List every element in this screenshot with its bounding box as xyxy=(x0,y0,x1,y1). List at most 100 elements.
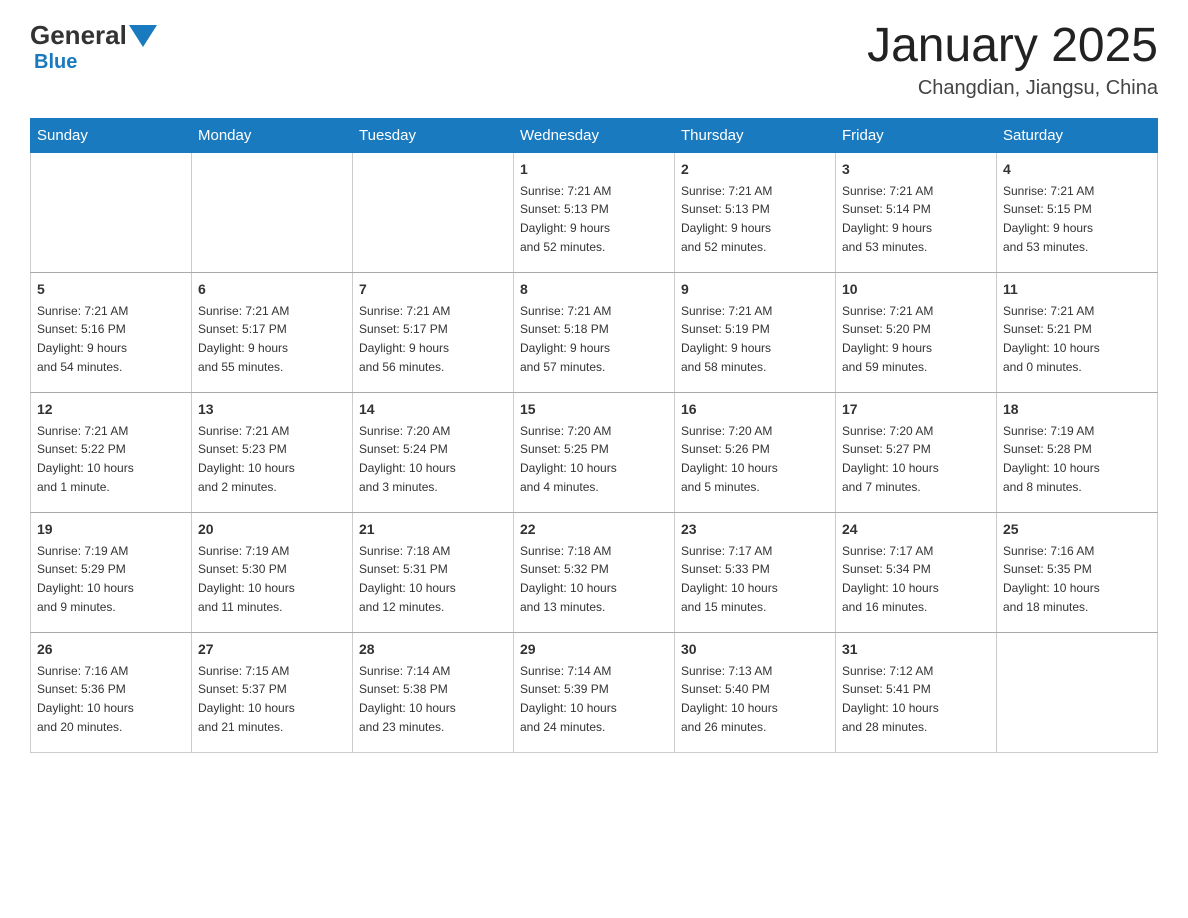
day-number: 18 xyxy=(1003,399,1151,420)
day-number: 25 xyxy=(1003,519,1151,540)
calendar-cell: 12Sunrise: 7:21 AMSunset: 5:22 PMDayligh… xyxy=(31,392,192,512)
calendar-cell: 31Sunrise: 7:12 AMSunset: 5:41 PMDayligh… xyxy=(836,632,997,752)
calendar-cell: 10Sunrise: 7:21 AMSunset: 5:20 PMDayligh… xyxy=(836,272,997,392)
calendar-cell: 7Sunrise: 7:21 AMSunset: 5:17 PMDaylight… xyxy=(353,272,514,392)
day-number: 26 xyxy=(37,639,185,660)
calendar-cell: 15Sunrise: 7:20 AMSunset: 5:25 PMDayligh… xyxy=(514,392,675,512)
calendar-cell: 18Sunrise: 7:19 AMSunset: 5:28 PMDayligh… xyxy=(997,392,1158,512)
day-info: Sunrise: 7:20 AMSunset: 5:26 PMDaylight:… xyxy=(681,422,829,496)
calendar-cell: 19Sunrise: 7:19 AMSunset: 5:29 PMDayligh… xyxy=(31,512,192,632)
calendar-cell: 29Sunrise: 7:14 AMSunset: 5:39 PMDayligh… xyxy=(514,632,675,752)
day-number: 15 xyxy=(520,399,668,420)
day-info: Sunrise: 7:21 AMSunset: 5:22 PMDaylight:… xyxy=(37,422,185,496)
calendar-cell: 4Sunrise: 7:21 AMSunset: 5:15 PMDaylight… xyxy=(997,152,1158,272)
day-number: 9 xyxy=(681,279,829,300)
day-number: 11 xyxy=(1003,279,1151,300)
logo-area: General Blue xyxy=(30,20,159,74)
day-number: 31 xyxy=(842,639,990,660)
day-number: 2 xyxy=(681,159,829,180)
calendar-cell: 9Sunrise: 7:21 AMSunset: 5:19 PMDaylight… xyxy=(675,272,836,392)
day-info: Sunrise: 7:17 AMSunset: 5:33 PMDaylight:… xyxy=(681,542,829,616)
calendar-week-row: 12Sunrise: 7:21 AMSunset: 5:22 PMDayligh… xyxy=(31,392,1158,512)
day-number: 19 xyxy=(37,519,185,540)
calendar-cell xyxy=(353,152,514,272)
calendar-cell: 11Sunrise: 7:21 AMSunset: 5:21 PMDayligh… xyxy=(997,272,1158,392)
title-area: January 2025 Changdian, Jiangsu, China xyxy=(867,20,1158,100)
header-area: General Blue January 2025 Changdian, Jia… xyxy=(30,20,1158,100)
logo-icon xyxy=(129,25,157,47)
logo-blue-text: Blue xyxy=(34,51,77,73)
day-number: 4 xyxy=(1003,159,1151,180)
calendar-week-row: 26Sunrise: 7:16 AMSunset: 5:36 PMDayligh… xyxy=(31,632,1158,752)
day-number: 5 xyxy=(37,279,185,300)
header-day-friday: Friday xyxy=(836,118,997,152)
calendar-cell: 27Sunrise: 7:15 AMSunset: 5:37 PMDayligh… xyxy=(192,632,353,752)
day-info: Sunrise: 7:21 AMSunset: 5:13 PMDaylight:… xyxy=(681,182,829,256)
day-info: Sunrise: 7:17 AMSunset: 5:34 PMDaylight:… xyxy=(842,542,990,616)
calendar-cell: 23Sunrise: 7:17 AMSunset: 5:33 PMDayligh… xyxy=(675,512,836,632)
day-info: Sunrise: 7:18 AMSunset: 5:32 PMDaylight:… xyxy=(520,542,668,616)
calendar-week-row: 5Sunrise: 7:21 AMSunset: 5:16 PMDaylight… xyxy=(31,272,1158,392)
day-info: Sunrise: 7:21 AMSunset: 5:23 PMDaylight:… xyxy=(198,422,346,496)
calendar-cell: 16Sunrise: 7:20 AMSunset: 5:26 PMDayligh… xyxy=(675,392,836,512)
calendar-table: SundayMondayTuesdayWednesdayThursdayFrid… xyxy=(30,118,1158,753)
header-day-sunday: Sunday xyxy=(31,118,192,152)
day-info: Sunrise: 7:19 AMSunset: 5:29 PMDaylight:… xyxy=(37,542,185,616)
day-info: Sunrise: 7:21 AMSunset: 5:19 PMDaylight:… xyxy=(681,302,829,376)
day-info: Sunrise: 7:20 AMSunset: 5:25 PMDaylight:… xyxy=(520,422,668,496)
day-info: Sunrise: 7:15 AMSunset: 5:37 PMDaylight:… xyxy=(198,662,346,736)
day-info: Sunrise: 7:14 AMSunset: 5:38 PMDaylight:… xyxy=(359,662,507,736)
day-number: 14 xyxy=(359,399,507,420)
calendar-subtitle: Changdian, Jiangsu, China xyxy=(867,77,1158,100)
day-number: 3 xyxy=(842,159,990,180)
day-info: Sunrise: 7:21 AMSunset: 5:17 PMDaylight:… xyxy=(198,302,346,376)
day-info: Sunrise: 7:21 AMSunset: 5:15 PMDaylight:… xyxy=(1003,182,1151,256)
day-info: Sunrise: 7:18 AMSunset: 5:31 PMDaylight:… xyxy=(359,542,507,616)
calendar-cell: 26Sunrise: 7:16 AMSunset: 5:36 PMDayligh… xyxy=(31,632,192,752)
calendar-cell: 13Sunrise: 7:21 AMSunset: 5:23 PMDayligh… xyxy=(192,392,353,512)
header-day-tuesday: Tuesday xyxy=(353,118,514,152)
day-number: 30 xyxy=(681,639,829,660)
header-day-wednesday: Wednesday xyxy=(514,118,675,152)
calendar-cell: 8Sunrise: 7:21 AMSunset: 5:18 PMDaylight… xyxy=(514,272,675,392)
day-info: Sunrise: 7:21 AMSunset: 5:21 PMDaylight:… xyxy=(1003,302,1151,376)
day-info: Sunrise: 7:20 AMSunset: 5:24 PMDaylight:… xyxy=(359,422,507,496)
day-info: Sunrise: 7:20 AMSunset: 5:27 PMDaylight:… xyxy=(842,422,990,496)
calendar-cell: 1Sunrise: 7:21 AMSunset: 5:13 PMDaylight… xyxy=(514,152,675,272)
calendar-cell: 5Sunrise: 7:21 AMSunset: 5:16 PMDaylight… xyxy=(31,272,192,392)
header-day-monday: Monday xyxy=(192,118,353,152)
calendar-cell: 22Sunrise: 7:18 AMSunset: 5:32 PMDayligh… xyxy=(514,512,675,632)
calendar-cell: 25Sunrise: 7:16 AMSunset: 5:35 PMDayligh… xyxy=(997,512,1158,632)
calendar-cell: 20Sunrise: 7:19 AMSunset: 5:30 PMDayligh… xyxy=(192,512,353,632)
calendar-cell: 14Sunrise: 7:20 AMSunset: 5:24 PMDayligh… xyxy=(353,392,514,512)
day-number: 22 xyxy=(520,519,668,540)
day-number: 10 xyxy=(842,279,990,300)
calendar-header-row: SundayMondayTuesdayWednesdayThursdayFrid… xyxy=(31,118,1158,152)
day-info: Sunrise: 7:13 AMSunset: 5:40 PMDaylight:… xyxy=(681,662,829,736)
day-number: 28 xyxy=(359,639,507,660)
day-number: 1 xyxy=(520,159,668,180)
day-number: 8 xyxy=(520,279,668,300)
day-info: Sunrise: 7:14 AMSunset: 5:39 PMDaylight:… xyxy=(520,662,668,736)
day-number: 7 xyxy=(359,279,507,300)
calendar-cell: 6Sunrise: 7:21 AMSunset: 5:17 PMDaylight… xyxy=(192,272,353,392)
day-number: 17 xyxy=(842,399,990,420)
day-number: 23 xyxy=(681,519,829,540)
logo-general: General xyxy=(30,20,127,51)
calendar-cell: 17Sunrise: 7:20 AMSunset: 5:27 PMDayligh… xyxy=(836,392,997,512)
calendar-cell xyxy=(997,632,1158,752)
day-number: 12 xyxy=(37,399,185,420)
day-info: Sunrise: 7:21 AMSunset: 5:17 PMDaylight:… xyxy=(359,302,507,376)
logo: General xyxy=(30,20,159,51)
calendar-cell: 2Sunrise: 7:21 AMSunset: 5:13 PMDaylight… xyxy=(675,152,836,272)
header-day-saturday: Saturday xyxy=(997,118,1158,152)
header-day-thursday: Thursday xyxy=(675,118,836,152)
calendar-cell: 21Sunrise: 7:18 AMSunset: 5:31 PMDayligh… xyxy=(353,512,514,632)
calendar-week-row: 19Sunrise: 7:19 AMSunset: 5:29 PMDayligh… xyxy=(31,512,1158,632)
day-info: Sunrise: 7:16 AMSunset: 5:35 PMDaylight:… xyxy=(1003,542,1151,616)
day-info: Sunrise: 7:21 AMSunset: 5:20 PMDaylight:… xyxy=(842,302,990,376)
day-number: 24 xyxy=(842,519,990,540)
day-info: Sunrise: 7:21 AMSunset: 5:18 PMDaylight:… xyxy=(520,302,668,376)
day-info: Sunrise: 7:21 AMSunset: 5:14 PMDaylight:… xyxy=(842,182,990,256)
calendar-cell xyxy=(192,152,353,272)
